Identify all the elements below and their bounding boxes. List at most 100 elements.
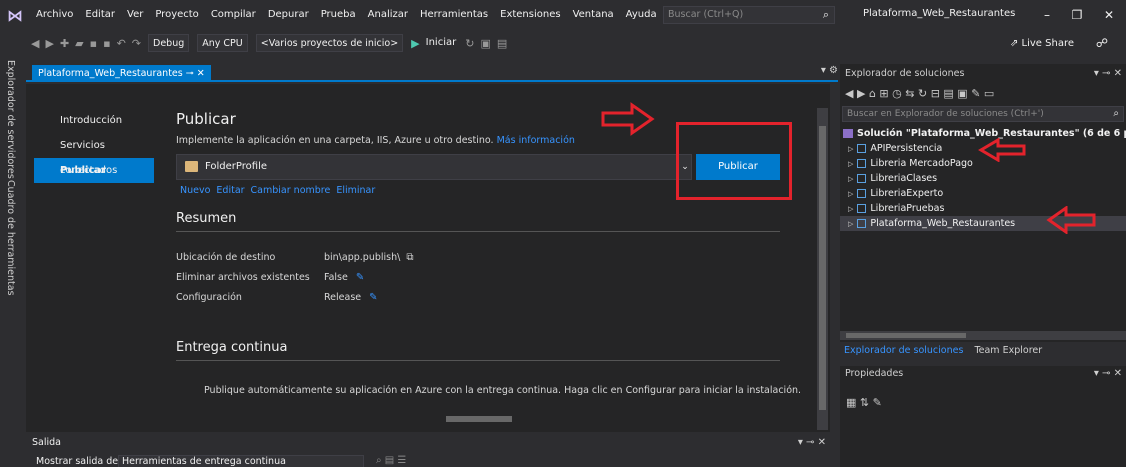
tab-team-explorer[interactable]: Team Explorer bbox=[970, 342, 1046, 360]
expand-icon[interactable]: ▷ bbox=[848, 175, 853, 183]
new-profile-link[interactable]: Nuevo bbox=[180, 185, 210, 196]
feedback-icon[interactable]: ☍ bbox=[1096, 36, 1108, 50]
platform-dropdown[interactable]: Any CPU bbox=[197, 34, 248, 52]
close-icon[interactable]: ✕ bbox=[818, 437, 826, 448]
scrollbar-thumb[interactable] bbox=[846, 333, 966, 338]
tab-dropdown-icon[interactable]: ▾ bbox=[821, 65, 826, 76]
project-node[interactable]: ▷ LibreriaClases bbox=[840, 171, 1126, 186]
pin-icon[interactable]: ⊸ bbox=[806, 437, 814, 448]
back-icon[interactable]: ◀ bbox=[845, 87, 857, 100]
search-icon[interactable]: ⌕ bbox=[1113, 107, 1119, 121]
open-folder-icon[interactable]: ▰ bbox=[72, 37, 86, 50]
maximize-icon[interactable]: ❐ bbox=[1066, 4, 1088, 26]
menu-analizar[interactable]: Analizar bbox=[362, 5, 414, 25]
expand-icon[interactable]: ▷ bbox=[848, 190, 853, 198]
panel-dropdown-icon[interactable]: ▾ bbox=[1094, 68, 1099, 79]
menu-editar[interactable]: Editar bbox=[79, 5, 121, 25]
project-node[interactable]: ▷ LibreriaExperto bbox=[840, 186, 1126, 201]
alphabetical-icon[interactable]: ⇅ bbox=[860, 396, 873, 409]
tab-close-icon[interactable]: ✕ bbox=[197, 68, 205, 79]
close-icon[interactable]: ✕ bbox=[1098, 4, 1120, 26]
start-icon[interactable]: ▶ bbox=[411, 37, 419, 50]
forward-icon[interactable]: ▶ bbox=[857, 87, 869, 100]
nav-item-servicios-conectados[interactable]: Servicios conectados bbox=[34, 133, 154, 176]
toolbox-tab[interactable]: Cuadro de herramientas bbox=[5, 180, 16, 296]
word-wrap-icon[interactable]: ☰ bbox=[397, 455, 406, 466]
delete-profile-link[interactable]: Eliminar bbox=[336, 185, 375, 196]
save-icon[interactable]: ▪ bbox=[87, 37, 100, 50]
back-icon[interactable]: ◀ bbox=[28, 37, 42, 50]
output-source-select[interactable]: Herramientas de entrega continua bbox=[118, 455, 364, 467]
pencil-icon[interactable]: ✎ bbox=[369, 292, 377, 303]
camera-icon[interactable]: ▤ bbox=[494, 37, 510, 50]
solution-config-dropdown[interactable]: Debug bbox=[148, 34, 190, 52]
global-search-input[interactable]: Buscar (Ctrl+Q) bbox=[663, 6, 835, 24]
tab-solution-explorer[interactable]: Explorador de soluciones bbox=[840, 342, 967, 360]
copy-icon[interactable]: ⧉ bbox=[406, 252, 413, 263]
categorized-icon[interactable]: ▦ bbox=[846, 396, 860, 409]
history-icon[interactable]: ◷ bbox=[892, 87, 905, 100]
minus-icon[interactable]: ▭ bbox=[984, 87, 994, 100]
search-icon[interactable]: ⌕ bbox=[818, 6, 834, 24]
redo-icon[interactable]: ↷ bbox=[129, 37, 144, 50]
horizontal-scrollbar[interactable] bbox=[840, 331, 1126, 340]
settings-icon[interactable]: ⚙ bbox=[829, 65, 838, 76]
live-share-button[interactable]: ⇗ Live Share bbox=[1010, 38, 1074, 49]
menu-herramientas[interactable]: Herramientas bbox=[414, 5, 494, 25]
nav-item-introduccion[interactable]: Introducción bbox=[34, 108, 154, 133]
startup-project-dropdown[interactable]: <Varios proyectos de inicio> bbox=[255, 34, 404, 52]
menu-ayuda[interactable]: Ayuda bbox=[620, 5, 663, 25]
edit-profile-link[interactable]: Editar bbox=[216, 185, 244, 196]
menu-ventana[interactable]: Ventana bbox=[567, 5, 620, 25]
menu-prueba[interactable]: Prueba bbox=[315, 5, 362, 25]
menu-ver[interactable]: Ver bbox=[121, 5, 149, 25]
visual-studio-logo-icon[interactable]: ⋈ bbox=[0, 0, 30, 30]
expand-icon[interactable]: ▷ bbox=[848, 160, 853, 168]
undo-icon[interactable]: ↶ bbox=[114, 37, 129, 50]
vertical-scrollbar[interactable] bbox=[817, 108, 828, 430]
sync-icon[interactable]: ⇆ bbox=[905, 87, 918, 100]
rename-profile-link[interactable]: Cambiar nombre bbox=[251, 185, 331, 196]
minimize-icon[interactable]: – bbox=[1036, 4, 1058, 26]
pin-icon[interactable]: ⊸ bbox=[186, 68, 197, 79]
expand-icon[interactable]: ▷ bbox=[848, 145, 853, 153]
panel-dropdown-icon[interactable]: ▾ bbox=[798, 437, 803, 448]
menu-archivo[interactable]: Archivo bbox=[30, 5, 79, 25]
scrollbar-thumb[interactable] bbox=[819, 126, 826, 410]
solution-search-input[interactable]: Buscar en Explorador de soluciones (Ctrl… bbox=[842, 106, 1124, 122]
new-project-icon[interactable]: ✚ bbox=[57, 37, 72, 50]
refresh-icon[interactable]: ↻ bbox=[918, 87, 931, 100]
publish-profile-select[interactable]: FolderProfile bbox=[176, 154, 692, 180]
close-icon[interactable]: ✕ bbox=[1114, 368, 1122, 379]
more-info-link[interactable]: Más información bbox=[497, 135, 575, 146]
property-pages-icon[interactable]: ✎ bbox=[873, 396, 882, 409]
start-button[interactable]: Iniciar bbox=[420, 33, 463, 53]
expand-icon[interactable]: ▷ bbox=[848, 220, 853, 228]
document-tab[interactable]: Plataforma_Web_Restaurantes ⊸ ✕ bbox=[32, 65, 211, 82]
panel-dropdown-icon[interactable]: ▾ bbox=[1094, 368, 1099, 379]
pin-icon[interactable]: ⊸ bbox=[1102, 68, 1110, 79]
menu-compilar[interactable]: Compilar bbox=[205, 5, 262, 25]
collapse-all-icon[interactable]: ⊟ bbox=[931, 87, 944, 100]
tool-icon[interactable]: ▣ bbox=[477, 37, 493, 50]
menu-depurar[interactable]: Depurar bbox=[262, 5, 315, 25]
properties-wrench-icon[interactable]: ✎ bbox=[971, 87, 984, 100]
refresh-icon[interactable]: ↻ bbox=[462, 37, 477, 50]
switch-views-icon[interactable]: ⊞ bbox=[879, 87, 892, 100]
forward-icon[interactable]: ▶ bbox=[42, 37, 56, 50]
find-icon[interactable]: ⌕ bbox=[376, 455, 385, 466]
close-icon[interactable]: ✕ bbox=[1114, 68, 1122, 79]
preview-icon[interactable]: ▣ bbox=[957, 87, 971, 100]
show-all-files-icon[interactable]: ▤ bbox=[943, 87, 957, 100]
home-icon[interactable]: ⌂ bbox=[869, 87, 879, 100]
expand-icon[interactable]: ▷ bbox=[848, 205, 853, 213]
menu-extensiones[interactable]: Extensiones bbox=[494, 5, 566, 25]
pencil-icon[interactable]: ✎ bbox=[356, 272, 364, 283]
menu-proyecto[interactable]: Proyecto bbox=[149, 5, 204, 25]
horizontal-scrollbar[interactable] bbox=[446, 416, 512, 422]
clear-all-icon[interactable]: ▤ bbox=[385, 455, 398, 466]
save-all-icon[interactable]: ▪ bbox=[100, 37, 113, 50]
nav-item-publicar[interactable]: Publicar bbox=[34, 158, 154, 183]
pin-icon[interactable]: ⊸ bbox=[1102, 368, 1110, 379]
server-explorer-tab[interactable]: Explorador de servidores bbox=[5, 60, 16, 179]
